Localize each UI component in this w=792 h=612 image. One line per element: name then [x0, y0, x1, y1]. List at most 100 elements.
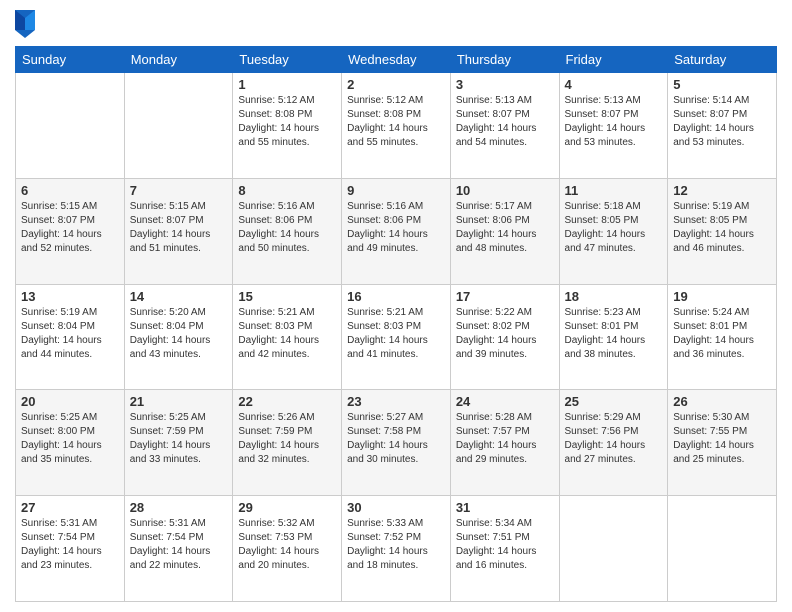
calendar-cell: 27 Sunrise: 5:31 AM Sunset: 7:54 PM Dayli… — [16, 496, 125, 602]
calendar-header-wednesday: Wednesday — [342, 47, 451, 73]
day-number: 14 — [130, 289, 228, 304]
calendar-cell: 21 Sunrise: 5:25 AM Sunset: 7:59 PM Dayli… — [124, 390, 233, 496]
calendar-cell: 31 Sunrise: 5:34 AM Sunset: 7:51 PM Dayli… — [450, 496, 559, 602]
day-info: Sunrise: 5:26 AM Sunset: 7:59 PM Dayligh… — [238, 411, 336, 467]
day-number: 20 — [21, 394, 119, 409]
day-info: Sunrise: 5:34 AM Sunset: 7:51 PM Dayligh… — [456, 517, 554, 573]
day-info: Sunrise: 5:19 AM Sunset: 8:05 PM Dayligh… — [673, 200, 771, 256]
day-number: 11 — [565, 183, 663, 198]
calendar-cell: 23 Sunrise: 5:27 AM Sunset: 7:58 PM Dayli… — [342, 390, 451, 496]
day-info: Sunrise: 5:31 AM Sunset: 7:54 PM Dayligh… — [130, 517, 228, 573]
calendar-cell — [124, 73, 233, 179]
calendar-cell: 6 Sunrise: 5:15 AM Sunset: 8:07 PM Daylig… — [16, 178, 125, 284]
calendar-cell: 5 Sunrise: 5:14 AM Sunset: 8:07 PM Daylig… — [668, 73, 777, 179]
calendar-cell: 1 Sunrise: 5:12 AM Sunset: 8:08 PM Daylig… — [233, 73, 342, 179]
calendar-header-saturday: Saturday — [668, 47, 777, 73]
day-number: 15 — [238, 289, 336, 304]
day-number: 7 — [130, 183, 228, 198]
day-info: Sunrise: 5:14 AM Sunset: 8:07 PM Dayligh… — [673, 94, 771, 150]
day-number: 24 — [456, 394, 554, 409]
logo — [15, 10, 38, 38]
calendar-week-row: 13 Sunrise: 5:19 AM Sunset: 8:04 PM Dayli… — [16, 284, 777, 390]
day-number: 19 — [673, 289, 771, 304]
day-info: Sunrise: 5:13 AM Sunset: 8:07 PM Dayligh… — [456, 94, 554, 150]
calendar-cell: 14 Sunrise: 5:20 AM Sunset: 8:04 PM Dayli… — [124, 284, 233, 390]
calendar-header-friday: Friday — [559, 47, 668, 73]
day-info: Sunrise: 5:17 AM Sunset: 8:06 PM Dayligh… — [456, 200, 554, 256]
day-number: 2 — [347, 77, 445, 92]
day-number: 31 — [456, 500, 554, 515]
day-info: Sunrise: 5:25 AM Sunset: 8:00 PM Dayligh… — [21, 411, 119, 467]
day-number: 29 — [238, 500, 336, 515]
day-info: Sunrise: 5:21 AM Sunset: 8:03 PM Dayligh… — [347, 306, 445, 362]
calendar-cell: 24Sunrise: 5:28 AM Sunset: 7:57 PM Dayli… — [450, 390, 559, 496]
day-number: 17 — [456, 289, 554, 304]
day-info: Sunrise: 5:23 AM Sunset: 8:01 PM Dayligh… — [565, 306, 663, 362]
day-number: 13 — [21, 289, 119, 304]
calendar-cell: 4 Sunrise: 5:13 AM Sunset: 8:07 PM Daylig… — [559, 73, 668, 179]
day-number: 23 — [347, 394, 445, 409]
calendar-cell: 11 Sunrise: 5:18 AM Sunset: 8:05 PM Dayli… — [559, 178, 668, 284]
day-info: Sunrise: 5:15 AM Sunset: 8:07 PM Dayligh… — [130, 200, 228, 256]
day-number: 21 — [130, 394, 228, 409]
calendar-cell: 29 Sunrise: 5:32 AM Sunset: 7:53 PM Dayli… — [233, 496, 342, 602]
day-info: Sunrise: 5:15 AM Sunset: 8:07 PM Dayligh… — [21, 200, 119, 256]
calendar-header-monday: Monday — [124, 47, 233, 73]
day-number: 3 — [456, 77, 554, 92]
calendar-header-row: SundayMondayTuesdayWednesdayThursdayFrid… — [16, 47, 777, 73]
day-number: 27 — [21, 500, 119, 515]
day-info: Sunrise: 5:31 AM Sunset: 7:54 PM Dayligh… — [21, 517, 119, 573]
day-number: 10 — [456, 183, 554, 198]
day-number: 16 — [347, 289, 445, 304]
day-info: Sunrise: 5:12 AM Sunset: 8:08 PM Dayligh… — [347, 94, 445, 150]
calendar-cell: 13 Sunrise: 5:19 AM Sunset: 8:04 PM Dayli… — [16, 284, 125, 390]
day-info: Sunrise: 5:33 AM Sunset: 7:52 PM Dayligh… — [347, 517, 445, 573]
calendar-cell — [16, 73, 125, 179]
day-info: Sunrise: 5:12 AM Sunset: 8:08 PM Dayligh… — [238, 94, 336, 150]
day-number: 6 — [21, 183, 119, 198]
calendar-cell: 10 Sunrise: 5:17 AM Sunset: 8:06 PM Dayli… — [450, 178, 559, 284]
calendar-cell: 8 Sunrise: 5:16 AM Sunset: 8:06 PM Daylig… — [233, 178, 342, 284]
day-number: 22 — [238, 394, 336, 409]
day-info: Sunrise: 5:19 AM Sunset: 8:04 PM Dayligh… — [21, 306, 119, 362]
calendar-cell: 12 Sunrise: 5:19 AM Sunset: 8:05 PM Dayli… — [668, 178, 777, 284]
day-number: 26 — [673, 394, 771, 409]
calendar-header-tuesday: Tuesday — [233, 47, 342, 73]
day-number: 8 — [238, 183, 336, 198]
calendar-header-thursday: Thursday — [450, 47, 559, 73]
day-number: 4 — [565, 77, 663, 92]
calendar-cell: 3 Sunrise: 5:13 AM Sunset: 8:07 PM Daylig… — [450, 73, 559, 179]
calendar-cell: 19 Sunrise: 5:24 AM Sunset: 8:01 PM Dayli… — [668, 284, 777, 390]
calendar-week-row: 20 Sunrise: 5:25 AM Sunset: 8:00 PM Dayli… — [16, 390, 777, 496]
day-number: 1 — [238, 77, 336, 92]
day-info: Sunrise: 5:24 AM Sunset: 8:01 PM Dayligh… — [673, 306, 771, 362]
calendar-cell: 2 Sunrise: 5:12 AM Sunset: 8:08 PM Daylig… — [342, 73, 451, 179]
day-info: Sunrise: 5:16 AM Sunset: 8:06 PM Dayligh… — [238, 200, 336, 256]
calendar-week-row: 27 Sunrise: 5:31 AM Sunset: 7:54 PM Dayli… — [16, 496, 777, 602]
day-info: Sunrise: 5:32 AM Sunset: 7:53 PM Dayligh… — [238, 517, 336, 573]
calendar-cell: 28 Sunrise: 5:31 AM Sunset: 7:54 PM Dayli… — [124, 496, 233, 602]
day-info: Sunrise: 5:16 AM Sunset: 8:06 PM Dayligh… — [347, 200, 445, 256]
day-info: Sunrise: 5:18 AM Sunset: 8:05 PM Dayligh… — [565, 200, 663, 256]
day-info: Sunrise: 5:30 AM Sunset: 7:55 PM Dayligh… — [673, 411, 771, 467]
page: SundayMondayTuesdayWednesdayThursdayFrid… — [0, 0, 792, 612]
day-number: 5 — [673, 77, 771, 92]
logo-icon — [15, 10, 35, 38]
day-number: 18 — [565, 289, 663, 304]
day-number: 12 — [673, 183, 771, 198]
calendar-cell: 20 Sunrise: 5:25 AM Sunset: 8:00 PM Dayli… — [16, 390, 125, 496]
day-info: Sunrise: 5:21 AM Sunset: 8:03 PM Dayligh… — [238, 306, 336, 362]
calendar-cell: 18 Sunrise: 5:23 AM Sunset: 8:01 PM Dayli… — [559, 284, 668, 390]
day-number: 28 — [130, 500, 228, 515]
day-info: Sunrise: 5:27 AM Sunset: 7:58 PM Dayligh… — [347, 411, 445, 467]
day-info: Sunrise: 5:20 AM Sunset: 8:04 PM Dayligh… — [130, 306, 228, 362]
day-info: Sunrise: 5:13 AM Sunset: 8:07 PM Dayligh… — [565, 94, 663, 150]
calendar-cell — [668, 496, 777, 602]
calendar-week-row: 1 Sunrise: 5:12 AM Sunset: 8:08 PM Daylig… — [16, 73, 777, 179]
day-info: Sunrise: 5:25 AM Sunset: 7:59 PM Dayligh… — [130, 411, 228, 467]
day-number: 25 — [565, 394, 663, 409]
calendar-cell: 26 Sunrise: 5:30 AM Sunset: 7:55 PM Dayli… — [668, 390, 777, 496]
calendar-cell: 17Sunrise: 5:22 AM Sunset: 8:02 PM Dayli… — [450, 284, 559, 390]
calendar-cell: 9Sunrise: 5:16 AM Sunset: 8:06 PM Daylig… — [342, 178, 451, 284]
day-info: Sunrise: 5:29 AM Sunset: 7:56 PM Dayligh… — [565, 411, 663, 467]
